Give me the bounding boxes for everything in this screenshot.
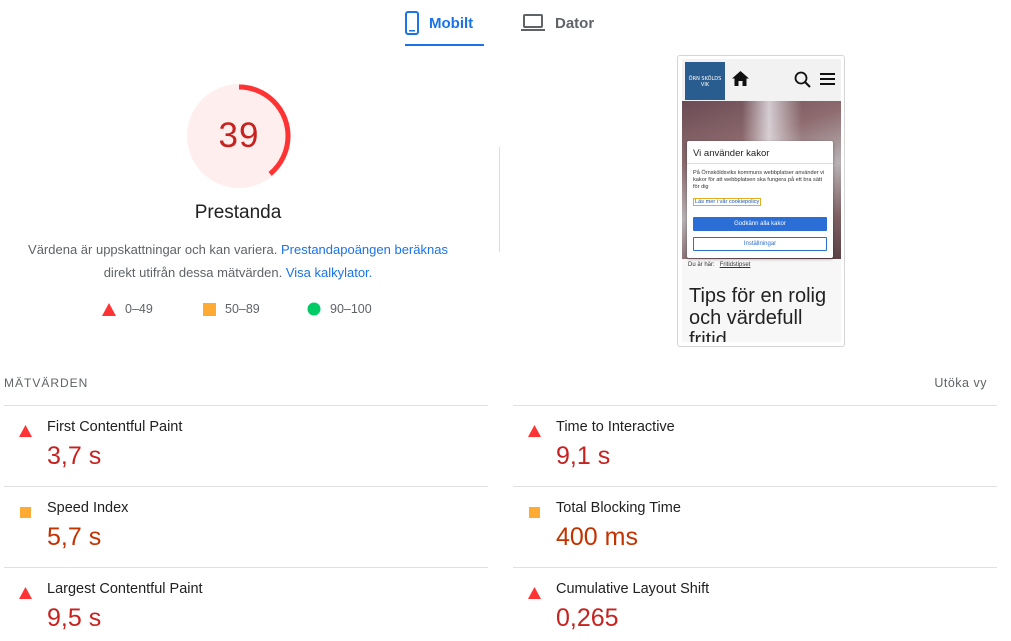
gauge-title: Prestanda — [194, 202, 282, 223]
vertical-divider — [499, 147, 500, 252]
tab-desktop-label: Dator — [555, 14, 595, 32]
performance-gauge[interactable]: 39 — [185, 82, 293, 190]
red-triangle-icon — [102, 302, 116, 316]
legend-average: 50–89 — [202, 302, 260, 316]
metric-speed-index: Speed Index 5,7 s — [4, 486, 488, 567]
red-triangle-icon — [527, 424, 541, 438]
legend-average-range: 50–89 — [225, 302, 260, 316]
cookie-policy-link: Läs mer i vår cookiepolicy — [693, 198, 762, 206]
metric-total-blocking-time: Total Blocking Time 400 ms — [513, 486, 997, 567]
green-circle-icon — [307, 302, 321, 316]
preview-logo: ÖRN SKÖLDS VIK — [685, 62, 725, 100]
metric-value: 5,7 s — [47, 523, 102, 551]
legend-fail: 0–49 — [102, 302, 153, 316]
expand-view-toggle[interactable]: Utöka vy — [934, 376, 987, 390]
calculator-link[interactable]: Visa kalkylator. — [286, 265, 372, 280]
metric-largest-contentful-paint: Largest Contentful Paint 9,5 s — [4, 567, 488, 641]
smartphone-icon — [405, 11, 419, 35]
metric-value: 0,265 — [556, 604, 619, 632]
score-calculation-link[interactable]: Prestandapoängen beräknas — [281, 242, 448, 257]
score-description: Värdena är uppskattningar och kan varier… — [20, 238, 456, 284]
metrics-header: MÄTVÄRDEN — [4, 376, 89, 390]
menu-icon — [820, 72, 835, 91]
metric-name: Cumulative Layout Shift — [556, 581, 710, 597]
metric-name: Largest Contentful Paint — [47, 581, 203, 597]
preview-site-header: ÖRN SKÖLDS VIK — [682, 59, 841, 101]
home-icon — [732, 71, 749, 91]
metric-value: 9,1 s — [556, 442, 611, 470]
preview-heading: Tips för en rolig och värdefull fritid — [689, 285, 827, 342]
description-text-1: Värdena är uppskattningar och kan varier… — [28, 242, 278, 257]
tab-desktop[interactable]: Dator — [521, 0, 611, 46]
active-tab-indicator — [405, 44, 484, 46]
legend-pass-range: 90–100 — [330, 302, 372, 316]
orange-square-icon — [18, 505, 32, 519]
cookie-settings-button: Inställningar — [693, 237, 827, 251]
tab-mobile-label: Mobilt — [429, 14, 474, 32]
metric-name: First Contentful Paint — [47, 419, 183, 435]
final-screenshot[interactable]: ÖRN SKÖLDS VIK Vi använder kakor På Örns… — [682, 59, 841, 342]
metric-time-to-interactive: Time to Interactive 9,1 s — [513, 405, 997, 486]
legend-fail-range: 0–49 — [125, 302, 153, 316]
metrics-column-right: Time to Interactive 9,1 s Total Blocking… — [513, 405, 997, 641]
tab-mobile[interactable]: Mobilt — [405, 0, 484, 46]
metric-name: Speed Index — [47, 500, 129, 516]
score-legend: 0–49 50–89 90–100 — [0, 302, 500, 322]
orange-square-icon — [527, 505, 541, 519]
metric-name: Time to Interactive — [556, 419, 675, 435]
orange-square-icon — [202, 302, 216, 316]
cookie-dialog-text: På Örnsköldsviks kommuns webbplatser anv… — [693, 170, 825, 190]
metric-name: Total Blocking Time — [556, 500, 681, 516]
preview-breadcrumb: Du är här: Fritidstipset — [688, 262, 751, 268]
legend-pass: 90–100 — [307, 302, 372, 316]
cookie-dialog-title: Vi använder kakor — [693, 148, 770, 159]
metric-first-contentful-paint: First Contentful Paint 3,7 s — [4, 405, 488, 486]
red-triangle-icon — [527, 586, 541, 600]
cookie-dialog: Vi använder kakor På Örnsköldsviks kommu… — [687, 141, 833, 258]
red-triangle-icon — [18, 424, 32, 438]
performance-score: 39 — [218, 116, 260, 155]
search-icon — [794, 71, 811, 93]
metric-value: 9,5 s — [47, 604, 102, 632]
metric-value: 3,7 s — [47, 442, 102, 470]
metric-cumulative-layout-shift: Cumulative Layout Shift 0,265 — [513, 567, 997, 641]
description-text-2: direkt utifrån dessa mätvärden. — [103, 265, 283, 280]
metric-value: 400 ms — [556, 523, 638, 551]
accept-cookies-button: Godkänn alla kakor — [693, 217, 827, 231]
metrics-column-left: First Contentful Paint 3,7 s Speed Index… — [4, 405, 488, 641]
device-tabs: Mobilt Dator — [0, 0, 1011, 48]
red-triangle-icon — [18, 586, 32, 600]
laptop-icon — [521, 14, 545, 32]
